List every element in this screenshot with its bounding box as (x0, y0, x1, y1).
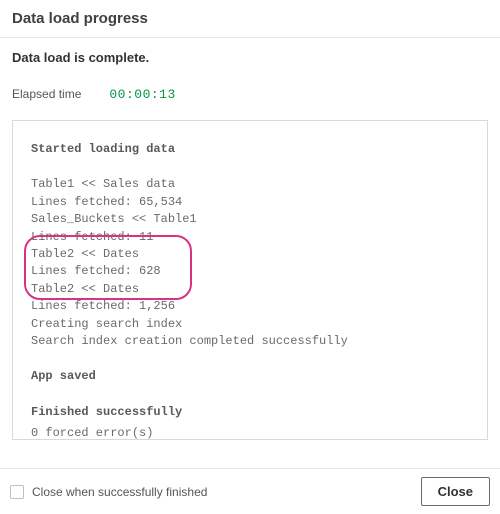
log-line: Lines fetched: 1,256 (31, 298, 469, 315)
log-section-finished: Finished successfully (31, 404, 469, 421)
dialog-content: Data load is complete. Elapsed time 00:0… (0, 38, 500, 440)
log-section-started: Started loading data (31, 141, 469, 158)
dialog-header: Data load progress (0, 0, 500, 38)
checkbox-icon[interactable] (10, 485, 24, 499)
elapsed-time-value: 00:00:13 (109, 87, 175, 102)
dialog-footer: Close when successfully finished Close (0, 468, 500, 514)
log-output[interactable]: Started loading data Table1 << Sales dat… (12, 120, 488, 440)
elapsed-time-row: Elapsed time 00:00:13 (12, 87, 488, 102)
log-section-app-saved: App saved (31, 368, 469, 385)
log-line: Creating search index (31, 316, 469, 333)
log-line: Lines fetched: 65,534 (31, 194, 469, 211)
log-line: Table2 << Dates (31, 246, 469, 263)
log-line: Sales_Buckets << Table1 (31, 211, 469, 228)
dialog-title: Data load progress (12, 10, 488, 27)
close-button[interactable]: Close (421, 477, 490, 506)
checkbox-label: Close when successfully finished (32, 485, 207, 499)
log-line: Table2 << Dates (31, 281, 469, 298)
status-message: Data load is complete. (12, 50, 488, 65)
close-when-finished-option[interactable]: Close when successfully finished (10, 485, 207, 499)
log-line: Lines fetched: 628 (31, 263, 469, 280)
log-line: Lines fetched: 11 (31, 229, 469, 246)
log-line: Search index creation completed successf… (31, 333, 469, 350)
elapsed-time-label: Elapsed time (12, 87, 81, 101)
log-line: 0 forced error(s) (31, 425, 469, 440)
log-line: Table1 << Sales data (31, 176, 469, 193)
